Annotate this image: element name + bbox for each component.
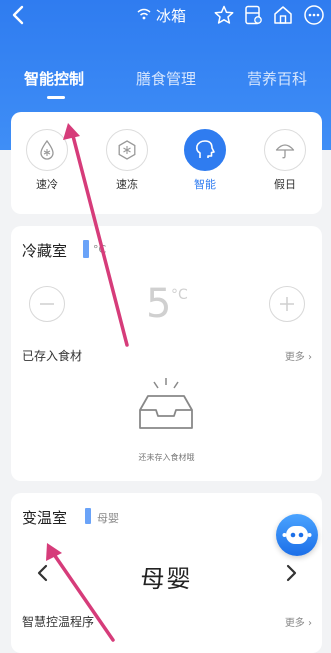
- more-options-icon[interactable]: [303, 4, 325, 26]
- stored-food-title: 已存入食材: [22, 349, 83, 363]
- home-icon[interactable]: [272, 4, 294, 26]
- top-bar: 冰箱: [0, 0, 331, 30]
- variable-temp-mode-name: 母婴: [140, 565, 193, 593]
- variable-temp-title: 变温室: [22, 509, 68, 527]
- umbrella-icon: [275, 144, 295, 159]
- variable-temp-tag: 母婴: [97, 512, 119, 525]
- minus-icon: [40, 303, 54, 305]
- increase-temp-button[interactable]: [269, 286, 305, 322]
- mode-label: 速冻: [116, 178, 138, 191]
- decrease-temp-button[interactable]: [29, 286, 65, 322]
- snowflake-drop-icon: [40, 139, 54, 160]
- mode-smart[interactable]: 智能: [182, 129, 228, 192]
- tab-smart-control[interactable]: 智能控制: [24, 68, 84, 89]
- mode-label: 速冷: [36, 178, 58, 191]
- tag-marker: [85, 508, 91, 524]
- star-icon[interactable]: [213, 4, 235, 26]
- chevron-right-icon[interactable]: [283, 562, 299, 584]
- active-tab-indicator: [47, 96, 65, 99]
- smart-head-icon: [196, 140, 215, 158]
- mode-label: 智能: [194, 178, 216, 191]
- fridge-temperature: 5: [146, 281, 171, 327]
- plus-icon: [280, 297, 294, 311]
- assistant-robot-button[interactable]: [276, 514, 318, 556]
- stored-food-more-link[interactable]: 更多 ›: [285, 348, 312, 363]
- tab-diet-management[interactable]: 膳食管理: [136, 68, 196, 89]
- snowflake-hexagon-icon: [118, 140, 136, 160]
- tag-marker: [83, 240, 89, 258]
- robot-icon: [282, 526, 312, 544]
- empty-tray-icon: [139, 378, 193, 429]
- mode-quick-cool[interactable]: 速冷: [24, 129, 70, 192]
- device-name: 冰箱: [156, 7, 187, 25]
- smart-temp-program-title: 智慧控温程序: [22, 615, 95, 629]
- wifi-icon: [137, 8, 151, 20]
- fridge-title: 冷藏室: [22, 242, 68, 260]
- fridge-settings-icon[interactable]: [242, 4, 264, 26]
- back-arrow-icon[interactable]: [8, 4, 30, 26]
- mode-holiday[interactable]: 假日: [262, 129, 308, 192]
- empty-food-hint: 还未存入食材哦: [138, 453, 195, 462]
- fridge-tag: °C: [93, 243, 107, 256]
- mode-card: 速冷 速冻 智能 假日: [11, 112, 322, 214]
- tab-bar: 智能控制 膳食管理 营养百科: [0, 68, 331, 92]
- mode-label: 假日: [274, 178, 296, 191]
- temperature-unit: °C: [171, 287, 188, 303]
- tab-nutrition-encyclopedia[interactable]: 营养百科: [247, 68, 307, 89]
- program-more-link[interactable]: 更多 ›: [285, 614, 312, 629]
- refrigerator-card: 冷藏室 °C 5 °C 已存入食材 更多 › 还未存入食材哦: [11, 226, 322, 481]
- mode-quick-freeze[interactable]: 速冻: [104, 129, 150, 192]
